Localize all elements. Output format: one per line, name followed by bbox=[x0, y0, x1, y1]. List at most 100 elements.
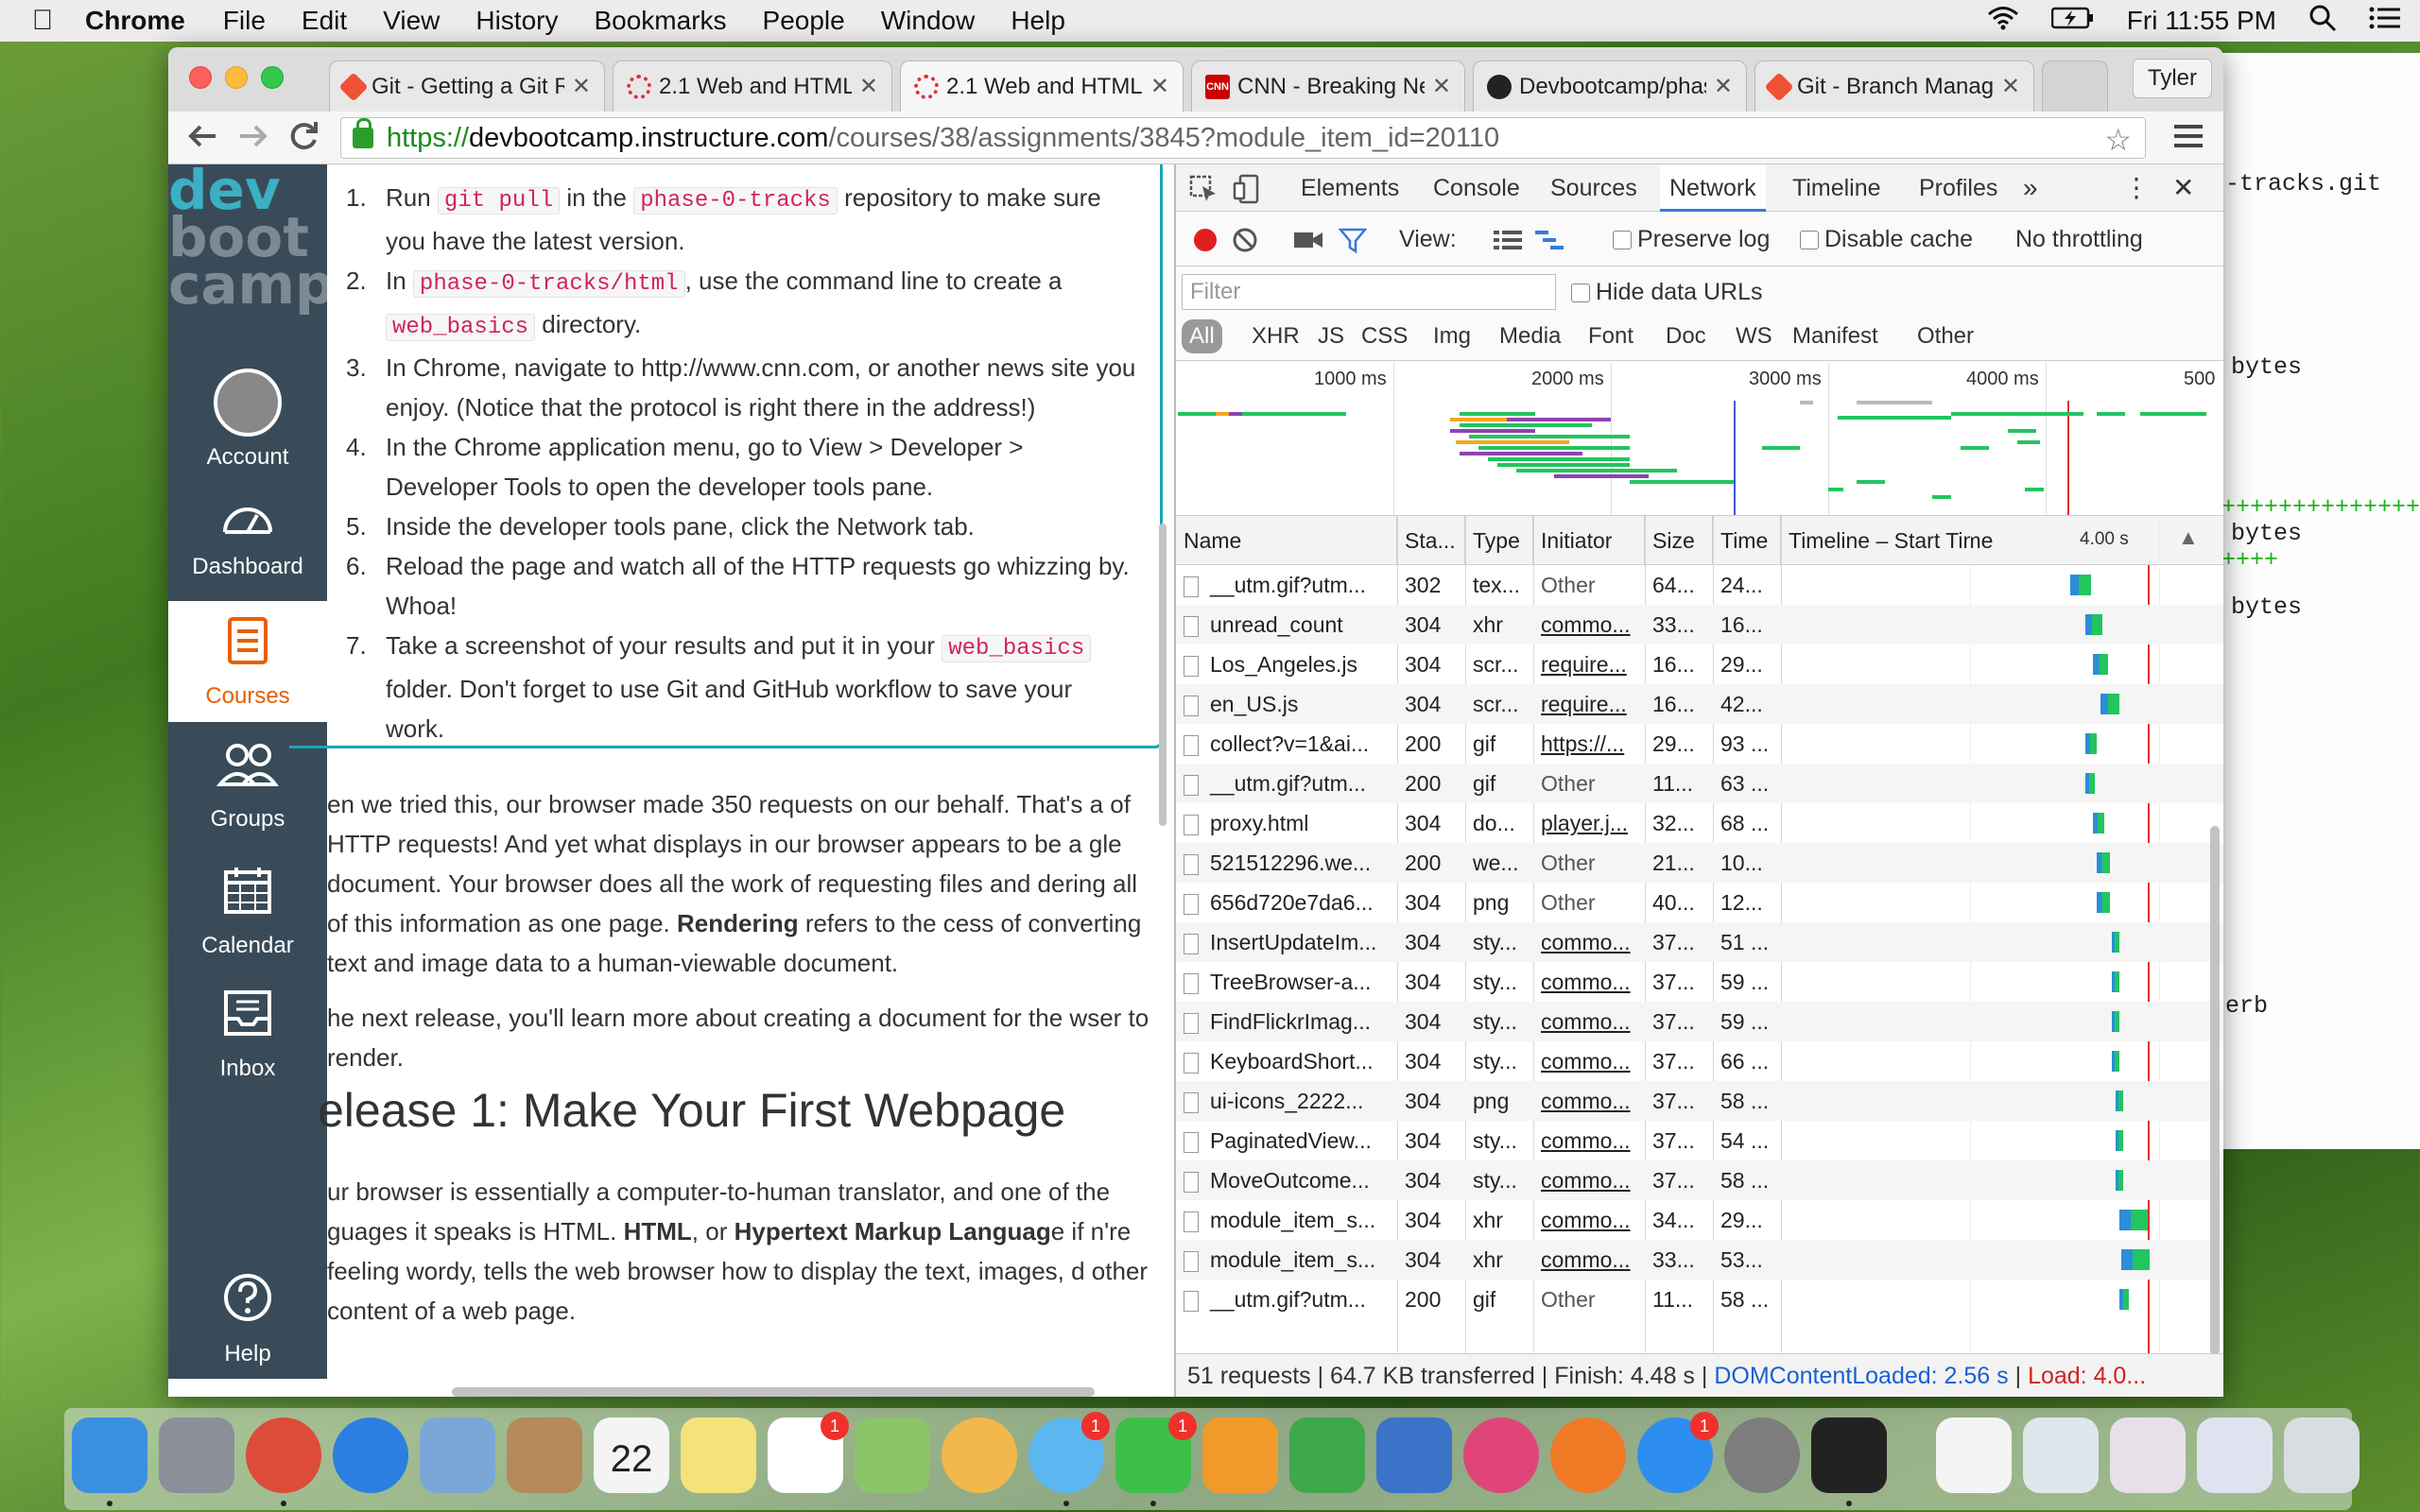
horizontal-scrollbar[interactable] bbox=[452, 1387, 1095, 1397]
table-row[interactable]: TreeBrowser-a... 304 sty... commo... 37... 59… bbox=[1176, 962, 2223, 1002]
reminders-icon[interactable]: 1 bbox=[768, 1412, 849, 1493]
chrome-menu-icon[interactable] bbox=[2174, 123, 2203, 155]
tab-github[interactable]: Devbootcamp/phas ✕ bbox=[1473, 60, 1747, 112]
keynote-icon[interactable] bbox=[1376, 1418, 1452, 1493]
new-tab-button[interactable] bbox=[2042, 60, 2108, 112]
type-filter-other[interactable]: Other bbox=[1917, 319, 1974, 353]
calendar-icon[interactable]: 22 bbox=[594, 1418, 669, 1493]
table-row[interactable]: module_item_s... 304 xhr commo... 33... 53... bbox=[1176, 1240, 2223, 1280]
nav-calendar[interactable]: Calendar bbox=[168, 866, 327, 959]
document-icon[interactable] bbox=[1936, 1418, 2012, 1493]
table-row[interactable]: PaginatedView... 304 sty... commo... 37... 54… bbox=[1176, 1121, 2223, 1160]
column-header-time[interactable]: Time bbox=[1713, 516, 1781, 565]
table-row[interactable]: KeyboardShort... 304 sty... commo... 37... 66… bbox=[1176, 1041, 2223, 1081]
appstore-icon[interactable]: 1 bbox=[1637, 1412, 1719, 1493]
filter-funnel-icon[interactable] bbox=[1338, 212, 1368, 266]
menu-app-name[interactable]: Chrome bbox=[85, 6, 185, 36]
tab-profiles[interactable]: Profiles bbox=[1919, 164, 1997, 212]
tab-close-icon[interactable]: ✕ bbox=[859, 73, 878, 100]
terminal-icon[interactable] bbox=[1811, 1418, 1887, 1506]
nav-groups[interactable]: Groups bbox=[168, 743, 327, 833]
filter-input[interactable]: Filter bbox=[1182, 274, 1556, 310]
requests-scrollbar[interactable] bbox=[2210, 826, 2220, 1355]
minimize-window-button[interactable] bbox=[225, 66, 248, 89]
request-initiator[interactable]: commo... bbox=[1533, 1121, 1645, 1160]
menu-people[interactable]: People bbox=[763, 6, 845, 36]
back-arrow-icon[interactable] bbox=[185, 119, 219, 162]
menu-history[interactable]: History bbox=[475, 6, 558, 36]
waterfall-overview-icon[interactable] bbox=[1535, 212, 1565, 266]
screenshot-icon[interactable] bbox=[2110, 1418, 2186, 1493]
tab-close-icon[interactable]: ✕ bbox=[1150, 73, 1169, 100]
type-filter-all[interactable]: All bbox=[1182, 319, 1222, 353]
menu-view[interactable]: View bbox=[383, 6, 440, 36]
tab-web-html-2[interactable]: 2.1 Web and HTML ✕ bbox=[900, 60, 1184, 112]
nav-inbox[interactable]: Inbox bbox=[168, 988, 327, 1082]
forward-arrow-icon[interactable] bbox=[236, 119, 270, 162]
menu-bookmarks[interactable]: Bookmarks bbox=[594, 6, 726, 36]
request-initiator[interactable]: require... bbox=[1533, 684, 1645, 724]
finder-icon[interactable] bbox=[72, 1418, 147, 1506]
type-filter-ws[interactable]: WS bbox=[1736, 319, 1772, 353]
table-row[interactable]: proxy.html 304 do... player.j... 32... 68 ... bbox=[1176, 803, 2223, 843]
request-initiator[interactable]: commo... bbox=[1533, 1200, 1645, 1240]
type-filter-css[interactable]: CSS bbox=[1361, 319, 1408, 353]
spotlight-search-icon[interactable] bbox=[2308, 4, 2337, 39]
screenshot-icon[interactable] bbox=[2023, 1418, 2099, 1493]
table-row[interactable]: __utm.gif?utm... 200 gif Other 11... 63 ... bbox=[1176, 764, 2223, 803]
table-row[interactable]: MoveOutcome... 304 sty... commo... 37... 58 .… bbox=[1176, 1160, 2223, 1200]
close-window-button[interactable] bbox=[189, 66, 212, 89]
table-row[interactable]: __utm.gif?utm... 200 gif Other 11... 58 ... bbox=[1176, 1280, 2223, 1319]
mail-icon[interactable] bbox=[420, 1418, 495, 1493]
notes-icon[interactable] bbox=[681, 1418, 756, 1493]
safari-icon[interactable] bbox=[333, 1418, 408, 1493]
pages-icon[interactable] bbox=[1202, 1418, 1278, 1493]
tab-sources[interactable]: Sources bbox=[1550, 164, 1637, 212]
request-initiator[interactable]: commo... bbox=[1533, 1002, 1645, 1041]
device-toolbar-icon[interactable] bbox=[1233, 164, 1261, 212]
network-overview-timeline[interactable]: 1000 ms 2000 ms 3000 ms 4000 ms 500 bbox=[1176, 363, 2223, 516]
type-filter-media[interactable]: Media bbox=[1499, 319, 1561, 353]
table-row[interactable]: __utm.gif?utm... 302 tex... Other 64... 24... bbox=[1176, 565, 2223, 605]
clock[interactable]: Fri 11:55 PM bbox=[2127, 6, 2276, 36]
trash-icon[interactable] bbox=[2284, 1418, 2360, 1493]
request-initiator[interactable]: commo... bbox=[1533, 1160, 1645, 1200]
itunes-icon[interactable] bbox=[1463, 1418, 1539, 1493]
tab-cnn[interactable]: CNN CNN - Breaking Ne ✕ bbox=[1191, 60, 1465, 112]
column-header-size[interactable]: Size bbox=[1645, 516, 1713, 565]
hide-data-urls-checkbox[interactable]: Hide data URLs bbox=[1571, 266, 1762, 318]
battery-icon[interactable] bbox=[2050, 6, 2095, 36]
ibooks-icon[interactable] bbox=[1550, 1418, 1626, 1493]
record-icon[interactable] bbox=[1191, 212, 1219, 266]
sort-ascending-icon[interactable]: ▲ bbox=[2178, 525, 2199, 550]
table-row[interactable]: collect?v=1&ai... 200 gif https://... 29... 9… bbox=[1176, 724, 2223, 764]
secure-lock-icon[interactable] bbox=[353, 118, 373, 148]
type-filter-manifest[interactable]: Manifest bbox=[1792, 319, 1878, 353]
table-row[interactable]: unread_count 304 xhr commo... 33... 16... bbox=[1176, 605, 2223, 644]
screenshot-icon[interactable] bbox=[2197, 1418, 2273, 1493]
type-filter-font[interactable]: Font bbox=[1588, 319, 1634, 353]
column-header-type[interactable]: Type bbox=[1465, 516, 1533, 565]
apple-menu-icon[interactable]:  bbox=[0, 5, 85, 37]
tab-close-icon[interactable]: ✕ bbox=[572, 73, 591, 100]
inspect-element-icon[interactable] bbox=[1189, 164, 1218, 212]
tab-git-getting[interactable]: Git - Getting a Git R ✕ bbox=[329, 60, 605, 112]
menu-help[interactable]: Help bbox=[1011, 6, 1065, 36]
request-initiator[interactable]: commo... bbox=[1533, 962, 1645, 1002]
table-row[interactable]: module_item_s... 304 xhr commo... 34... 29... bbox=[1176, 1200, 2223, 1240]
address-bar[interactable]: https://devbootcamp.instructure.com/cour… bbox=[340, 117, 2146, 159]
numbers-icon[interactable] bbox=[1289, 1418, 1365, 1493]
clear-icon[interactable] bbox=[1231, 212, 1259, 266]
screenshot-camera-icon[interactable] bbox=[1293, 212, 1323, 266]
column-header-status[interactable]: Sta... bbox=[1397, 516, 1465, 565]
tab-close-icon[interactable]: ✕ bbox=[2001, 73, 2020, 100]
request-initiator[interactable]: require... bbox=[1533, 644, 1645, 684]
disable-cache-checkbox[interactable]: Disable cache bbox=[1800, 212, 1973, 266]
table-row[interactable]: en_US.js 304 scr... require... 16... 42... bbox=[1176, 684, 2223, 724]
nav-help[interactable]: Help bbox=[168, 1272, 327, 1367]
messages-icon[interactable]: 1 bbox=[1028, 1412, 1110, 1506]
wifi-icon[interactable] bbox=[1987, 6, 2019, 37]
contacts-icon[interactable] bbox=[507, 1418, 582, 1493]
request-initiator[interactable]: https://... bbox=[1533, 724, 1645, 764]
menu-file[interactable]: File bbox=[223, 6, 266, 36]
